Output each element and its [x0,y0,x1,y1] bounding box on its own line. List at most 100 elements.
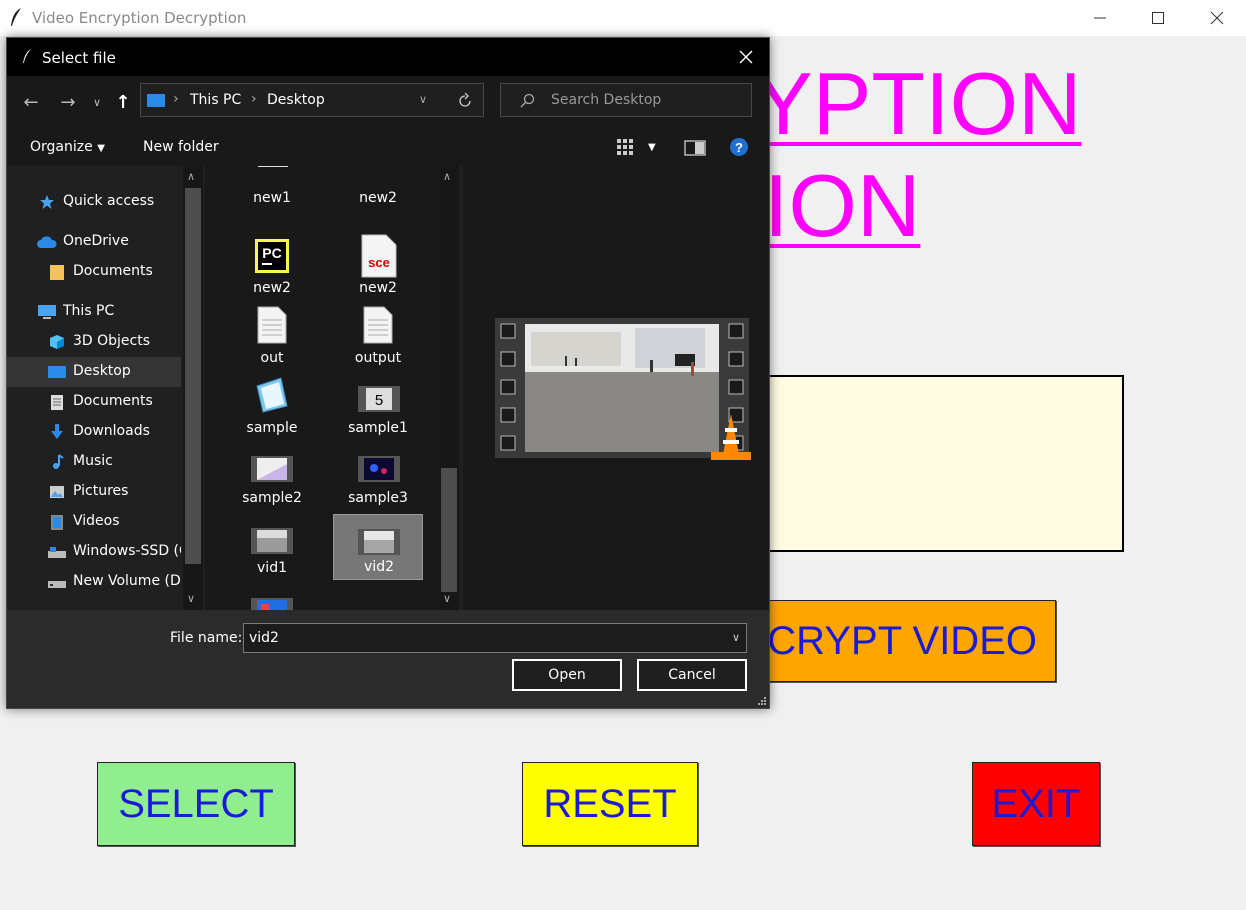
folder-icon [50,265,64,280]
video-preview-thumbnail [495,318,751,460]
filename-label: File name: [170,630,243,646]
preview-pane-icon[interactable] [684,140,706,156]
file-item[interactable]: new2 [333,166,423,210]
file-item[interactable]: 5 sample1 [333,374,423,440]
drive-icon [48,547,66,558]
dialog-toolbar: Organize ▼ New folder ▼ ? [7,128,769,166]
video-thumb-icon [251,456,293,482]
select-file-dialog: Select file ← → ∨ ↑ › This PC › Desktop … [6,37,770,709]
app-heading-line2: ION [764,156,921,255]
file-item[interactable]: sample [227,374,317,440]
cloud-icon [37,236,57,248]
back-button[interactable]: ← [19,90,43,114]
recent-locations-button[interactable]: ∨ [87,90,107,114]
close-button[interactable] [1188,0,1246,36]
minimize-icon [1094,17,1106,19]
select-label: SELECT [118,781,274,826]
pycharm-icon: PC [255,239,289,273]
chevron-down-icon: ∨ [92,95,102,109]
search-placeholder: Search Desktop [551,92,662,108]
scroll-up-icon[interactable]: ∧ [443,170,451,183]
search-input[interactable]: Search Desktop [500,83,752,117]
feather-icon [23,49,31,63]
new-folder-button[interactable]: New folder [143,139,219,155]
chevron-down-icon[interactable]: ∨ [419,93,427,106]
refresh-icon[interactable] [457,93,473,109]
nav-item-3d-objects[interactable]: 3D Objects [7,327,181,357]
scroll-down-icon[interactable]: ∨ [187,592,195,605]
file-item[interactable]: PC new2 [227,234,317,300]
dialog-titlebar: Select file [7,38,769,76]
nav-item-onedrive-documents[interactable]: Documents [7,257,181,287]
dialog-close-button[interactable] [729,38,763,76]
files-scrollbar[interactable]: ∧ ∨ [439,166,459,610]
nav-item-quick-access[interactable]: Quick access [7,187,181,217]
view-dropdown-icon[interactable]: ▼ [648,142,656,153]
dialog-title: Select file [42,49,116,67]
file-item[interactable]: out [227,304,317,370]
pictures-icon [50,486,64,498]
nav-scrollbar[interactable]: ∧ ∨ [183,166,203,610]
open-button[interactable]: Open [512,659,622,691]
chevron-down-icon[interactable]: ∨ [732,631,740,644]
nav-item-new-volume[interactable]: New Volume (D: [7,567,181,597]
nav-item-desktop[interactable]: Desktop [7,357,181,387]
chevron-right-icon: › [173,91,179,107]
file-item[interactable]: vid3 [227,584,317,610]
close-icon [739,50,753,64]
forward-button[interactable]: → [56,90,80,114]
window-title: Video Encryption Decryption [32,9,247,27]
nav-item-onedrive[interactable]: OneDrive [7,227,181,257]
breadcrumb-this-pc[interactable]: This PC [190,92,241,108]
resize-grip-icon[interactable] [757,696,767,706]
this-pc-icon [147,94,165,107]
video-thumb-icon [251,598,293,610]
svg-text:5: 5 [375,392,383,409]
file-item[interactable]: output [333,304,423,370]
nav-item-videos[interactable]: Videos [7,507,181,537]
file-item-selected[interactable]: vid2 [333,514,423,580]
help-icon[interactable]: ? [729,137,749,157]
nav-item-documents[interactable]: Documents [7,387,181,417]
up-arrow-icon: ↑ [115,91,131,113]
navigation-pane: Quick access OneDrive Documents This PC … [7,166,203,610]
file-item[interactable]: new1 [227,166,317,210]
file-item[interactable]: sample3 [333,444,423,510]
nav-item-music[interactable]: Music [7,447,181,477]
file-item[interactable]: vid1 [227,514,317,580]
breadcrumb-desktop[interactable]: Desktop [267,92,325,108]
nav-item-pictures[interactable]: Pictures [7,477,181,507]
drive-icon [48,581,66,588]
status-textbox[interactable] [740,375,1124,552]
scroll-up-icon[interactable]: ∧ [187,170,195,183]
document-icon [51,395,63,410]
view-options-icon[interactable] [616,138,636,158]
svg-text:PC: PC [262,245,281,261]
desktop-icon [48,366,66,378]
nav-item-downloads[interactable]: Downloads [7,417,181,447]
download-icon [51,424,63,439]
scroll-down-icon[interactable]: ∨ [443,592,451,605]
file-item[interactable]: sce new2 [333,234,423,300]
files-scrollbar-thumb[interactable] [441,468,457,592]
nav-item-windows-ssd[interactable]: Windows-SSD (C [7,537,181,567]
filename-input[interactable]: vid2 ∨ [243,623,747,653]
sce-file-icon: sce [361,234,397,278]
maximize-button[interactable] [1129,0,1187,36]
cancel-button[interactable]: Cancel [637,659,747,691]
nav-scrollbar-thumb[interactable] [185,188,201,564]
up-button[interactable]: ↑ [111,90,135,114]
organize-button[interactable]: Organize ▼ [30,139,105,155]
file-list: new1 new2 PC new2 sce new2 out output sa… [205,166,439,610]
select-button[interactable]: SELECT [97,762,295,846]
address-bar[interactable]: › This PC › Desktop ∨ [140,83,484,117]
chevron-right-icon: › [251,91,257,107]
file-item[interactable]: sample2 [227,444,317,510]
video-thumb-icon: 5 [358,386,400,412]
svg-text:?: ? [735,140,743,155]
reset-button[interactable]: RESET [522,762,698,846]
back-arrow-icon: ← [23,91,39,113]
minimize-button[interactable] [1071,0,1129,36]
nav-item-this-pc[interactable]: This PC [7,297,181,327]
exit-button[interactable]: EXIT [972,762,1100,846]
